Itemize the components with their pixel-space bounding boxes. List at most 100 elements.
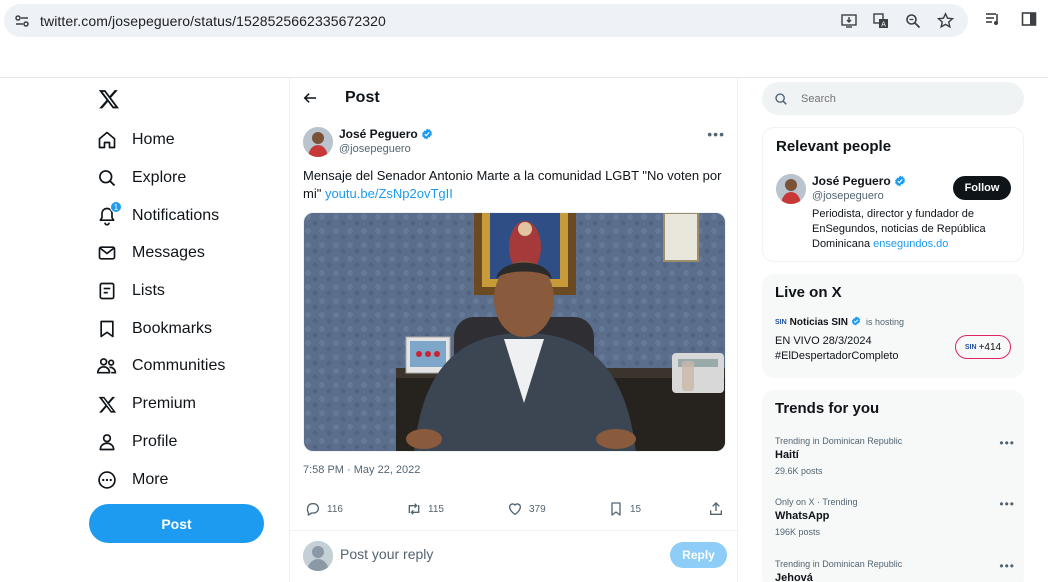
reading-list-icon[interactable] — [984, 10, 1002, 28]
nav-label: Bookmarks — [132, 320, 213, 337]
trend-item[interactable]: Trending in Dominican Republic Haití 29.… — [775, 436, 1015, 476]
author-name-text[interactable]: José Peguero — [339, 127, 418, 141]
nav-item-more[interactable]: More — [96, 465, 168, 495]
nav-label: Home — [132, 131, 175, 148]
like-action[interactable]: 379 — [507, 501, 546, 517]
tweet-text: Mensaje del Senador Antonio Marte a la c… — [303, 167, 728, 203]
like-count: 379 — [529, 503, 546, 515]
tweet-timestamp[interactable]: 7:58 PM · May 22, 2022 — [303, 464, 420, 476]
nav-item-messages[interactable]: Messages — [96, 238, 205, 268]
post-button[interactable]: Post — [89, 504, 264, 543]
reply-button[interactable]: Reply — [670, 542, 727, 568]
trend-name: WhatsApp — [775, 510, 830, 522]
trends-card: Trends for you Trending in Dominican Rep… — [762, 390, 1024, 582]
main-column: Post José Peguero @josepeguero ••• Mensa… — [289, 78, 739, 582]
trend-more-icon[interactable]: ••• — [999, 559, 1015, 573]
trend-more-icon[interactable]: ••• — [999, 436, 1015, 450]
reply-action[interactable]: 116 — [305, 501, 343, 517]
search-box[interactable] — [762, 82, 1024, 115]
live-space-title: EN VIVO 28/3/2024 #ElDespertadorCompleto — [775, 334, 899, 364]
bio-link[interactable]: ensegundos.do — [873, 238, 948, 250]
nav-item-lists[interactable]: Lists — [96, 276, 165, 306]
side-panel-icon[interactable] — [1020, 10, 1038, 28]
live-on-x-card[interactable]: Live on X SIN Noticias SIN is hosting EN… — [762, 274, 1024, 378]
nav-item-communities[interactable]: Communities — [96, 351, 225, 381]
relevant-person-name[interactable]: José Peguero — [812, 174, 906, 188]
post-header: Post — [290, 78, 739, 118]
live-listener-count[interactable]: SIN +414 — [955, 335, 1011, 359]
trend-context: Trending in Dominican Republic — [775, 559, 903, 569]
live-title: Live on X — [775, 284, 842, 301]
author-avatar[interactable] — [303, 127, 333, 157]
relevant-person-name-text[interactable]: José Peguero — [812, 174, 891, 188]
nav-item-notifications[interactable]: 1 Notifications — [96, 201, 219, 231]
url-text[interactable]: twitter.com/josepeguero/status/152852566… — [40, 13, 386, 29]
bookmark-action[interactable]: 15 — [608, 501, 641, 517]
trend-count: 29.6K posts — [775, 466, 823, 476]
trend-name: Haití — [775, 449, 799, 461]
nav-label: Messages — [132, 244, 205, 261]
video-thumbnail — [304, 213, 725, 451]
nav-label: Profile — [132, 433, 178, 450]
nav-label: Explore — [132, 169, 187, 186]
live-line-2: #ElDespertadorCompleto — [775, 350, 899, 362]
nav-item-bookmarks[interactable]: Bookmarks — [96, 314, 212, 344]
nav-label: Premium — [132, 395, 197, 412]
nav-item-premium[interactable]: Premium — [96, 389, 196, 419]
address-bar[interactable]: twitter.com/josepeguero/status/152852566… — [4, 4, 968, 37]
trend-item[interactable]: Trending in Dominican Republic Jehová ••… — [775, 559, 1015, 582]
share-action[interactable] — [708, 501, 724, 517]
tweet-media-image[interactable] — [303, 212, 726, 452]
follow-button[interactable]: Follow — [953, 176, 1011, 200]
zoom-icon[interactable] — [904, 12, 922, 30]
bookmark-star-icon[interactable] — [936, 12, 954, 30]
nav-item-home[interactable]: Home — [96, 125, 175, 155]
reply-composer: Post your reply Reply — [290, 530, 739, 582]
live-line-1: EN VIVO 28/3/2024 — [775, 335, 872, 347]
more-circle-icon — [96, 469, 118, 491]
back-arrow-icon[interactable] — [303, 90, 319, 106]
reply-icon — [306, 503, 319, 516]
relevant-person-avatar[interactable] — [776, 174, 806, 204]
repost-count: 115 — [428, 503, 444, 515]
site-settings-icon[interactable] — [14, 13, 30, 29]
tweet-link[interactable]: youtu.be/ZsNp2ovTgII — [325, 186, 453, 201]
author-handle[interactable]: @josepeguero — [339, 143, 411, 155]
trend-item[interactable]: Only on X · Trending WhatsApp 196K posts… — [775, 497, 1015, 537]
trend-more-icon[interactable]: ••• — [999, 497, 1015, 511]
repost-icon — [408, 503, 420, 515]
home-icon — [96, 129, 118, 151]
nav-label: Communities — [132, 357, 226, 374]
bookmark-icon — [611, 502, 621, 516]
repost-action[interactable]: 115 — [406, 501, 444, 517]
reply-count: 116 — [327, 503, 343, 515]
x-logo-icon[interactable] — [98, 88, 120, 110]
verified-badge-icon — [421, 128, 433, 140]
nav-item-explore[interactable]: Explore — [96, 163, 186, 193]
relevant-people-title: Relevant people — [776, 138, 892, 155]
search-icon — [96, 167, 118, 189]
search-input[interactable] — [801, 92, 1001, 105]
current-user-avatar[interactable] — [303, 541, 333, 571]
relevant-person-handle[interactable]: @josepeguero — [812, 190, 884, 202]
live-host: SIN Noticias SIN is hosting — [775, 316, 904, 328]
nav-label: Lists — [132, 282, 165, 299]
notification-badge: 1 — [110, 201, 122, 213]
translate-icon[interactable]: A — [872, 12, 890, 30]
envelope-icon — [96, 242, 118, 264]
nav-label: More — [132, 471, 169, 488]
install-app-icon[interactable] — [840, 12, 858, 30]
author-name[interactable]: José Peguero — [339, 127, 433, 141]
page-title: Post — [345, 89, 380, 106]
x-logo-icon — [96, 393, 118, 415]
trend-context: Only on X · Trending — [775, 497, 858, 507]
share-icon — [710, 502, 722, 515]
nav-item-profile[interactable]: Profile — [96, 427, 177, 457]
reply-input[interactable]: Post your reply — [340, 546, 433, 562]
trend-context: Trending in Dominican Republic — [775, 436, 903, 446]
bookmark-icon — [96, 318, 118, 340]
more-options-icon[interactable]: ••• — [707, 126, 725, 142]
search-icon — [774, 91, 789, 106]
bookmark-count: 15 — [630, 503, 642, 515]
relevant-person-bio: Periodista, director y fundador de EnSeg… — [812, 207, 1017, 252]
